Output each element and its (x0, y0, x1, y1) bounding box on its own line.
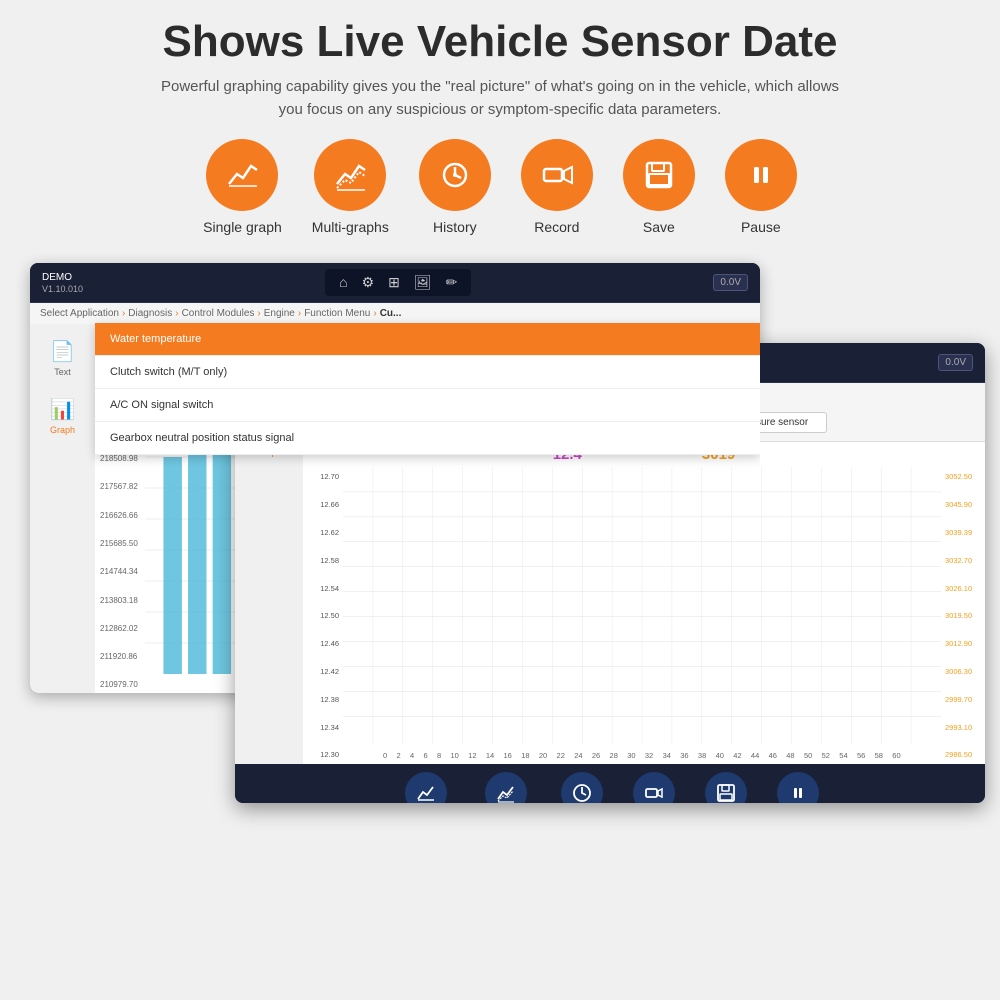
nav-edit-icon[interactable]: ✏ (446, 274, 458, 291)
feature-record: Record (521, 139, 593, 235)
sidebar-graph-icon[interactable]: 📊 Graph (50, 397, 75, 435)
bottom-toolbar: Single graph Multi-graphs (235, 764, 985, 803)
front-battery: 0.0V (938, 354, 973, 371)
page-title: Shows Live Vehicle Sensor Date (40, 18, 960, 66)
graph-y-left: 12.70 12.66 12.62 12.58 12.54 12.50 12.4… (303, 467, 341, 764)
back-breadcrumb: Select Application› Diagnosis› Control M… (30, 303, 760, 324)
toolbar-single-graph-icon (405, 772, 447, 803)
record-label: Record (534, 219, 579, 235)
subtitle: Powerful graphing capability gives you t… (150, 76, 850, 121)
back-device-logo: DEMO V1.10.010 (42, 271, 83, 296)
toolbar-record-icon (633, 772, 675, 803)
multi-graph-area: 12.70 12.66 12.62 12.58 12.54 12.50 12.4… (303, 467, 985, 764)
single-graph-label: Single graph (203, 219, 282, 235)
toolbar-multi-graphs-icon (485, 772, 527, 803)
graph-x-axis: 0 2 4 6 8 10 12 14 16 18 20 22 24 26 (343, 749, 941, 762)
back-device-header: DEMO V1.10.010 ⌂ ⚙ ⊞ 🖼 ✏ 0.0V (30, 263, 760, 303)
nav-grid-icon[interactable]: ⊞ (388, 274, 400, 291)
feature-save: Save (623, 139, 695, 235)
front-sidebar: 📊 Graph (235, 404, 303, 764)
back-device-name: DEMO (42, 271, 83, 284)
header-section: Shows Live Vehicle Sensor Date Powerful … (0, 0, 1000, 263)
feature-multi-graphs: Multi-graphs (312, 139, 389, 235)
dropdown-item-gearbox[interactable]: Gearbox neutral position status signal (95, 422, 760, 455)
toolbar-save[interactable]: Save (705, 772, 747, 803)
toolbar-single-graph[interactable]: Single graph (401, 772, 452, 803)
back-sidebar: 📄 Text 📊 Graph (30, 324, 95, 693)
toolbar-multi-graphs[interactable]: Multi-graphs (482, 772, 532, 803)
dropdown-item-ac[interactable]: A/C ON signal switch (95, 389, 760, 422)
multi-line-chart-svg (343, 467, 941, 744)
back-battery: 0.0V (713, 274, 748, 291)
history-icon (419, 139, 491, 211)
dropdown-item-clutch[interactable]: Clutch switch (M/T only) (95, 356, 760, 389)
back-device-nav: ⌂ ⚙ ⊞ 🖼 ✏ (325, 269, 471, 296)
feature-history: History (419, 139, 491, 235)
front-main-area: MIL status indicator(MIL... Battery volt… (303, 404, 985, 764)
toolbar-pause-icon (777, 772, 819, 803)
toolbar-history[interactable]: History (561, 772, 603, 803)
multi-graphs-icon (314, 139, 386, 211)
record-icon (521, 139, 593, 211)
history-label: History (433, 219, 477, 235)
nav-home-icon[interactable]: ⌂ (339, 274, 347, 291)
toolbar-history-icon (561, 772, 603, 803)
back-dropdown-overlay: Water temperature Clutch switch (M/T onl… (95, 323, 760, 455)
save-icon (623, 139, 695, 211)
front-content: 📊 Graph MIL status indicator(MIL... Batt… (235, 404, 985, 764)
feature-pause: Pause (725, 139, 797, 235)
multi-graphs-label: Multi-graphs (312, 219, 389, 235)
nav-settings-icon[interactable]: ⚙ (362, 274, 375, 291)
pause-icon (725, 139, 797, 211)
toolbar-save-icon (705, 772, 747, 803)
nav-image-icon[interactable]: 🖼 (414, 274, 432, 291)
back-device-version: V1.10.010 (42, 284, 83, 296)
single-graph-icon (206, 139, 278, 211)
screenshots-area: DEMO V1.10.010 ⌂ ⚙ ⊞ 🖼 ✏ 0.0V Select App… (0, 263, 1000, 833)
toolbar-pause[interactable]: Pause (777, 772, 819, 803)
save-label: Save (643, 219, 675, 235)
features-row: Single graph Multi-graphs Hi (40, 139, 960, 235)
pause-label: Pause (741, 219, 781, 235)
dropdown-item-water-temp[interactable]: Water temperature (95, 323, 760, 356)
graph-y-right: 3052.50 3045.90 3039.39 3032.70 3026.10 … (943, 467, 985, 764)
sidebar-text-icon[interactable]: 📄 Text (50, 339, 75, 377)
feature-single-graph: Single graph (203, 139, 282, 235)
toolbar-record[interactable]: Record (633, 772, 675, 803)
